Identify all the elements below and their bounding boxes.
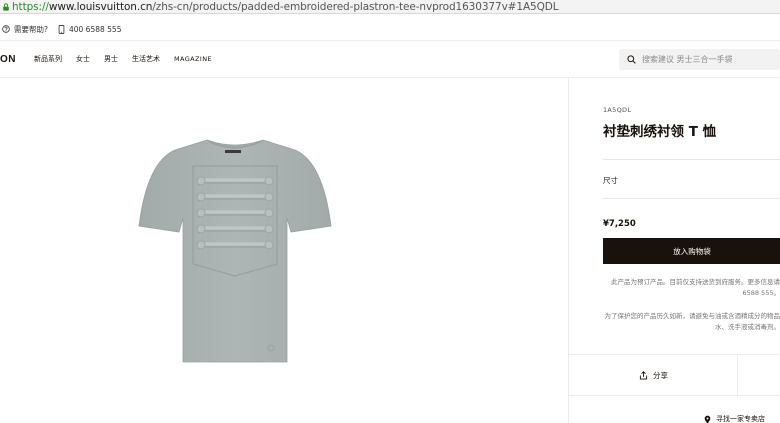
product-info-panel: 1A5QDL 衬垫刺绣衬领 T 恤 尺寸 ¥7,250 放入购物袋 此产品为预订… — [568, 78, 780, 423]
utility-bar: 需要帮助? 400 6588 555 — [0, 20, 131, 38]
product-gallery[interactable] — [0, 78, 568, 423]
url-path: /zhs-cn/products/padded-embroidered-plas… — [152, 0, 559, 13]
preorder-note-line1: 此产品为预订产品。目前仅支持送货到府服务。更多信息请 — [611, 278, 780, 286]
product-sku: 1A5QDL — [603, 106, 632, 114]
browser-address-bar[interactable]: https://www.louisvuitton.cn/zhs-cn/produ… — [0, 0, 780, 14]
phone-number: 400 6588 555 — [68, 24, 122, 34]
location-pin-icon — [704, 415, 711, 423]
preorder-note-line2: 6588 555。 — [742, 289, 780, 297]
nav-item-art-of-living[interactable]: 生活艺术 — [132, 50, 160, 68]
divider — [603, 159, 780, 160]
care-note-line2: 水、洗手液或消毒剂。 — [715, 323, 780, 331]
preorder-note: 此产品为预订产品。目前仅支持送货到府服务。更多信息请 6588 555。 — [611, 277, 780, 299]
help-icon — [2, 25, 10, 33]
share-row: 分享 — [569, 354, 780, 397]
phone-icon — [58, 24, 65, 34]
nav-item-women[interactable]: 女士 — [76, 50, 90, 68]
care-note-line1: 为了保护您的产品历久如新，请避免与油或含酒精成分的物品 — [604, 312, 780, 320]
nav-item-men[interactable]: 男士 — [104, 50, 118, 80]
url-text[interactable]: https://www.louisvuitton.cn/zhs-cn/produ… — [12, 1, 559, 13]
url-scheme: https:// — [12, 0, 49, 13]
nav-item-new[interactable]: 新品系列 — [34, 50, 62, 68]
share-icon — [639, 371, 648, 380]
brand-logo[interactable]: ON — [0, 54, 34, 65]
help-label: 需要帮助? — [14, 24, 48, 34]
product-title: 衬垫刺绣衬领 T 恤 — [603, 124, 717, 140]
lock-icon — [3, 2, 9, 11]
help-link[interactable]: 需要帮助? — [2, 24, 48, 35]
main-nav: ON 新品系列 女士 男士 生活艺术 MAGAZINE — [0, 41, 780, 80]
share-label: 分享 — [653, 371, 668, 380]
divider — [737, 355, 738, 397]
find-store-link[interactable]: 寻找一家专卖店 — [704, 414, 765, 423]
share-button[interactable]: 分享 — [639, 370, 668, 381]
phone-link[interactable]: 400 6588 555 — [58, 24, 122, 34]
search-input[interactable] — [642, 55, 772, 64]
find-store-label: 寻找一家专卖店 — [716, 415, 765, 423]
divider — [603, 198, 780, 199]
product-price: ¥7,250 — [603, 219, 636, 229]
care-note: 为了保护您的产品历久如新，请避免与油或含酒精成分的物品 水、洗手液或消毒剂。 — [605, 311, 780, 333]
product-image-tshirt[interactable] — [135, 136, 335, 366]
nav-item-magazine[interactable]: MAGAZINE — [174, 51, 212, 67]
add-to-cart-button[interactable]: 放入购物袋 — [603, 238, 780, 264]
size-selector[interactable]: 尺寸 — [603, 175, 618, 186]
search-icon — [627, 55, 636, 64]
url-host: www.louisvuitton.cn — [48, 0, 153, 13]
search-box[interactable] — [619, 49, 780, 70]
